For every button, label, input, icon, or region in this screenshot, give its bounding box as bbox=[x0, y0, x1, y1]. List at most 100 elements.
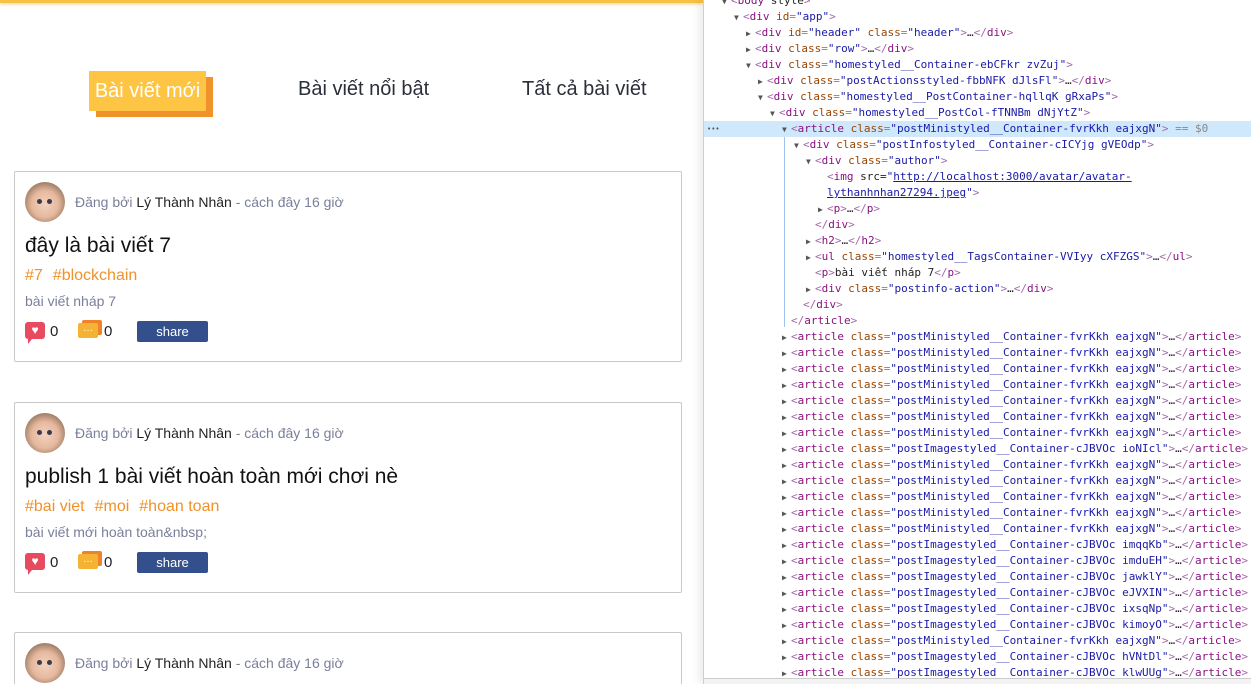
dom-node-line[interactable]: ▶ <div class="postinfo-action">…</div> bbox=[704, 281, 1251, 297]
collapse-triangle-icon[interactable]: ▼ bbox=[734, 10, 743, 26]
dom-node-line[interactable]: </div> bbox=[704, 297, 1251, 313]
dom-node-line[interactable]: </article> bbox=[704, 313, 1251, 329]
expand-triangle-icon[interactable]: ▶ bbox=[782, 474, 791, 490]
expand-triangle-icon[interactable]: ▶ bbox=[806, 282, 815, 298]
comment-icon[interactable]: … bbox=[78, 554, 98, 569]
expand-triangle-icon[interactable]: ▶ bbox=[782, 634, 791, 650]
expand-triangle-icon[interactable]: ▶ bbox=[746, 26, 755, 42]
expand-triangle-icon[interactable]: ▶ bbox=[782, 426, 791, 442]
dom-node-line[interactable]: ▼ <div class="postInfostyled__Container-c… bbox=[704, 137, 1251, 153]
dom-node-line[interactable]: ▼ <article class="postMinistyled__Contain… bbox=[704, 121, 1251, 137]
expand-triangle-icon[interactable]: ▶ bbox=[782, 378, 791, 394]
avatar[interactable] bbox=[25, 643, 65, 683]
collapse-triangle-icon[interactable]: ▼ bbox=[746, 58, 755, 74]
post-title[interactable]: publish 1 bài viết hoàn toàn mới chơi nè bbox=[25, 465, 398, 489]
dom-node-line[interactable]: ▼ <div id="app"> bbox=[704, 9, 1251, 25]
expand-triangle-icon[interactable]: ▶ bbox=[782, 522, 791, 538]
avatar[interactable] bbox=[25, 182, 65, 222]
heart-icon[interactable]: ♥ bbox=[25, 322, 45, 344]
dom-node-line[interactable]: ▶ <ul class="homestyled__TagsContainer-VV… bbox=[704, 249, 1251, 265]
tab-featured-posts[interactable]: Bài viết nổi bật bbox=[298, 78, 429, 101]
share-button[interactable]: share bbox=[137, 552, 208, 573]
dom-node-line[interactable]: ▶ <article class="postMinistyled__Contain… bbox=[704, 505, 1251, 521]
dom-node-line[interactable]: ▶ <article class="postImagestyled__Contai… bbox=[704, 569, 1251, 585]
expand-triangle-icon[interactable]: ▶ bbox=[782, 602, 791, 618]
dom-node-line[interactable]: ▶ <article class="postImagestyled__Contai… bbox=[704, 617, 1251, 633]
dom-node-line[interactable]: ▼ <div class="homestyled__Container-ebCFk… bbox=[704, 57, 1251, 73]
dom-node-line[interactable]: ▶ <article class="postMinistyled__Contain… bbox=[704, 377, 1251, 393]
tag[interactable]: #blockchain bbox=[53, 267, 138, 284]
dom-node-line[interactable]: ▼ <div class="homestyled__PostCol-fTNNBm … bbox=[704, 105, 1251, 121]
dom-node-line[interactable]: </div> bbox=[704, 217, 1251, 233]
dom-node-line[interactable]: ▶ <article class="postMinistyled__Contain… bbox=[704, 409, 1251, 425]
expand-triangle-icon[interactable]: ▶ bbox=[782, 346, 791, 362]
collapse-triangle-icon[interactable]: ▼ bbox=[794, 138, 803, 154]
expand-triangle-icon[interactable]: ▶ bbox=[782, 362, 791, 378]
collapse-triangle-icon[interactable]: ▼ bbox=[758, 90, 767, 106]
dom-node-line[interactable]: ▶ <article class="postMinistyled__Contain… bbox=[704, 521, 1251, 537]
dom-node-line[interactable]: <p>bài viết nháp 7</p> bbox=[704, 265, 1251, 281]
dom-node-line[interactable]: lythanhnhan27294.jpeg"> bbox=[704, 185, 1251, 201]
dom-node-line[interactable]: ▶ <article class="postMinistyled__Contain… bbox=[704, 425, 1251, 441]
tag[interactable]: #moi bbox=[95, 498, 130, 515]
dom-node-line[interactable]: ▶ <article class="postMinistyled__Contain… bbox=[704, 457, 1251, 473]
tag[interactable]: #hoan toan bbox=[139, 498, 219, 515]
author-link[interactable]: Lý Thành Nhân bbox=[136, 655, 231, 671]
dom-node-line[interactable]: ▶ <article class="postImagestyled__Contai… bbox=[704, 537, 1251, 553]
expand-triangle-icon[interactable]: ▶ bbox=[806, 234, 815, 250]
dom-node-line[interactable]: ▶ <article class="postMinistyled__Contain… bbox=[704, 489, 1251, 505]
dom-node-line[interactable]: ▶ <article class="postImagestyled__Contai… bbox=[704, 441, 1251, 457]
dom-node-line[interactable]: ▶ <article class="postMinistyled__Contain… bbox=[704, 329, 1251, 345]
dom-node-line[interactable]: ▶ <article class="postMinistyled__Contain… bbox=[704, 345, 1251, 361]
tab-new-posts[interactable]: Bài viết mới bbox=[89, 71, 206, 111]
avatar-src-link[interactable]: http://localhost:3000/avatar/avatar- bbox=[893, 170, 1131, 183]
dom-node-line[interactable]: ▶ <p>…</p> bbox=[704, 201, 1251, 217]
dom-node-line[interactable]: ▼ <div class="author"> bbox=[704, 153, 1251, 169]
dom-node-line[interactable]: ▶ <article class="postImagestyled__Contai… bbox=[704, 649, 1251, 665]
tag[interactable]: #7 bbox=[25, 267, 43, 284]
expand-triangle-icon[interactable]: ▶ bbox=[782, 490, 791, 506]
expand-triangle-icon[interactable]: ▶ bbox=[806, 250, 815, 266]
share-button[interactable]: share bbox=[137, 321, 208, 342]
more-options-icon[interactable]: ••• bbox=[707, 121, 720, 137]
expand-triangle-icon[interactable]: ▶ bbox=[782, 458, 791, 474]
dom-node-line[interactable]: ▶ <article class="postImagestyled__Contai… bbox=[704, 585, 1251, 601]
collapse-triangle-icon[interactable]: ▼ bbox=[770, 106, 779, 122]
expand-triangle-icon[interactable]: ▶ bbox=[782, 554, 791, 570]
collapse-triangle-icon[interactable]: ▼ bbox=[782, 122, 791, 138]
author-link[interactable]: Lý Thành Nhân bbox=[136, 425, 231, 441]
dom-node-line[interactable]: ▼ <div class="homestyled__PostContainer-h… bbox=[704, 89, 1251, 105]
dom-node-line[interactable]: ▶ <div id="header" class="header">…</div> bbox=[704, 25, 1251, 41]
dom-node-line[interactable]: ▶ <article class="postMinistyled__Contain… bbox=[704, 393, 1251, 409]
comment-icon[interactable]: … bbox=[78, 323, 98, 338]
author-link[interactable]: Lý Thành Nhân bbox=[136, 194, 231, 210]
expand-triangle-icon[interactable]: ▶ bbox=[782, 410, 791, 426]
dom-node-line[interactable]: ▶ <div class="row">…</div> bbox=[704, 41, 1251, 57]
expand-triangle-icon[interactable]: ▶ bbox=[782, 442, 791, 458]
expand-triangle-icon[interactable]: ▶ bbox=[782, 506, 791, 522]
expand-triangle-icon[interactable]: ▶ bbox=[782, 570, 791, 586]
dom-node-line[interactable]: ▶ <h2>…</h2> bbox=[704, 233, 1251, 249]
dom-node-line[interactable]: <img src="http://localhost:3000/avatar/a… bbox=[704, 169, 1251, 185]
dom-node-line[interactable]: ▶ <article class="postImagestyled__Contai… bbox=[704, 601, 1251, 617]
heart-icon[interactable]: ♥ bbox=[25, 553, 45, 575]
dom-node-line[interactable]: ▶ <article class="postMinistyled__Contain… bbox=[704, 361, 1251, 377]
expand-triangle-icon[interactable]: ▶ bbox=[782, 330, 791, 346]
expand-triangle-icon[interactable]: ▶ bbox=[782, 650, 791, 666]
expand-triangle-icon[interactable]: ▶ bbox=[782, 538, 791, 554]
dom-node-line[interactable]: ▶ <article class="postMinistyled__Contain… bbox=[704, 633, 1251, 649]
dom-node-line[interactable]: ▶ <article class="postImagestyled__Contai… bbox=[704, 553, 1251, 569]
tag[interactable]: #bai viet bbox=[25, 498, 85, 515]
avatar-src-link[interactable]: lythanhnhan27294.jpeg bbox=[827, 186, 966, 199]
post-title[interactable]: đây là bài viết 7 bbox=[25, 234, 171, 258]
expand-triangle-icon[interactable]: ▶ bbox=[782, 618, 791, 634]
tab-all-posts[interactable]: Tất cả bài viết bbox=[522, 78, 647, 101]
collapse-triangle-icon[interactable]: ▼ bbox=[806, 154, 815, 170]
expand-triangle-icon[interactable]: ▶ bbox=[782, 586, 791, 602]
expand-triangle-icon[interactable]: ▶ bbox=[818, 202, 827, 218]
dom-node-line[interactable]: ▼ <body style> bbox=[704, 0, 1251, 9]
expand-triangle-icon[interactable]: ▶ bbox=[782, 394, 791, 410]
dom-node-line[interactable]: ▶ <div class="postActionsstyled-fbbNFK dJ… bbox=[704, 73, 1251, 89]
dom-node-line[interactable]: ▶ <article class="postMinistyled__Contain… bbox=[704, 473, 1251, 489]
avatar[interactable] bbox=[25, 413, 65, 453]
